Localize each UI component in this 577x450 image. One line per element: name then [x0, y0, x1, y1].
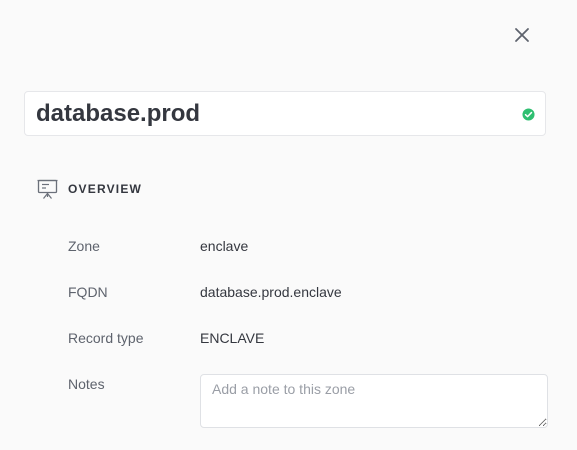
overview-section-title: OVERVIEW	[68, 182, 143, 196]
notes-label: Notes	[68, 376, 105, 392]
notes-textarea[interactable]	[200, 374, 548, 428]
presentation-board-icon	[37, 179, 58, 199]
zone-label: Zone	[68, 238, 100, 254]
close-icon	[515, 28, 529, 42]
fqdn-label: FQDN	[68, 284, 108, 300]
zone-value: enclave	[200, 238, 249, 254]
record-title-box[interactable]: database.prod	[24, 91, 546, 136]
overview-section-header: OVERVIEW	[37, 178, 142, 200]
check-circle-icon	[522, 108, 535, 121]
record-type-label: Record type	[68, 330, 144, 346]
zone-detail-panel: database.prod OVERVIEW Zone enclave FQDN…	[0, 0, 577, 450]
record-title: database.prod	[36, 100, 201, 127]
record-type-value: ENCLAVE	[200, 330, 265, 346]
fqdn-value: database.prod.enclave	[200, 284, 342, 300]
close-button[interactable]	[511, 24, 533, 46]
